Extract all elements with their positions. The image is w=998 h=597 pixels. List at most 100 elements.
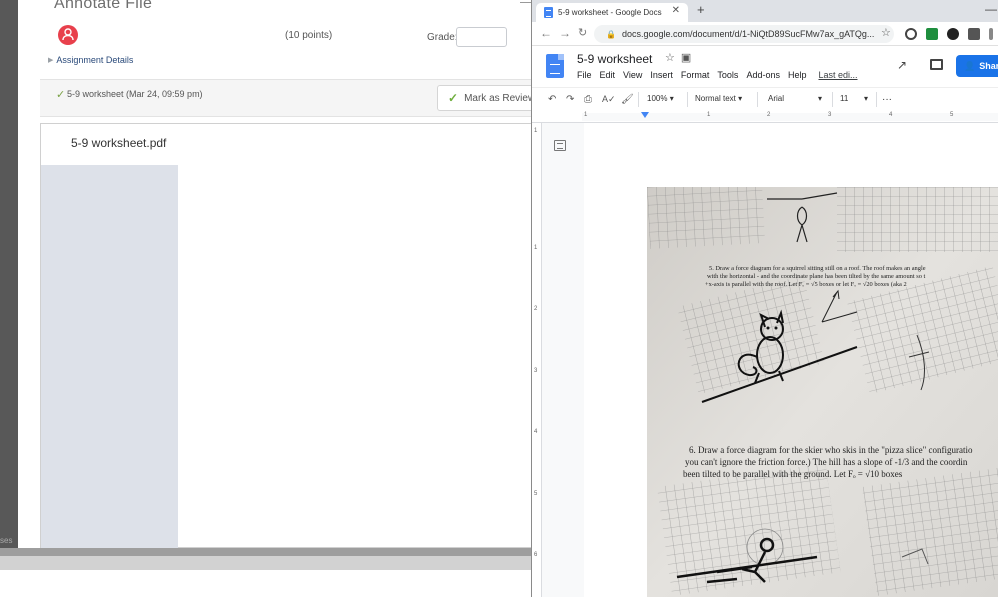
menu-bar: File Edit View Insert Format Tools Add-o… bbox=[577, 70, 858, 80]
folder-icon[interactable]: ▣ bbox=[681, 51, 691, 64]
menu-add-ons[interactable]: Add-ons bbox=[746, 70, 780, 80]
bookmark-star-icon[interactable]: ☆ bbox=[881, 26, 891, 39]
question-6-line-2: you can't ignore the friction force.) Th… bbox=[685, 457, 968, 467]
font-select[interactable]: Arial ▾ bbox=[768, 94, 828, 103]
check-icon: ✓ bbox=[448, 91, 459, 105]
paint-format-icon[interactable]: 🖌 bbox=[621, 94, 634, 105]
google-docs-favicon bbox=[544, 7, 553, 18]
chevron-down-icon: ▾ bbox=[818, 94, 823, 103]
menu-view[interactable]: View bbox=[623, 70, 642, 80]
checkmark-icon: ✓ bbox=[56, 89, 66, 101]
browser-tab[interactable]: 5-9 worksheet - Google Docs ✕ bbox=[536, 3, 688, 22]
tab-strip: 5-9 worksheet - Google Docs ✕ + — bbox=[532, 0, 998, 22]
document-outline-icon[interactable] bbox=[554, 140, 566, 151]
style-select[interactable]: Normal text ▾ bbox=[695, 94, 742, 103]
menu-tools[interactable]: Tools bbox=[717, 70, 738, 80]
worksheet-drawing bbox=[647, 187, 998, 597]
page-title: Annotate File bbox=[54, 0, 153, 12]
share-label: Share bbox=[979, 61, 998, 71]
question-5-line-3: +x-axis is parallel with the roof. Let F… bbox=[705, 281, 907, 288]
vruler-number: 2 bbox=[534, 306, 538, 312]
document-page[interactable]: 5. Draw a force diagram for a squirrel s… bbox=[584, 123, 998, 597]
check-extension-icon[interactable] bbox=[926, 28, 938, 40]
browser-window: 5-9 worksheet - Google Docs ✕ + — ← → ↻ … bbox=[531, 0, 998, 597]
assignment-details-label: Assignment Details bbox=[56, 55, 134, 65]
undo-icon[interactable]: ↶ bbox=[548, 94, 556, 105]
settings-extension-icon[interactable] bbox=[947, 28, 959, 40]
comments-icon[interactable] bbox=[930, 59, 943, 70]
github-extension-icon[interactable] bbox=[905, 28, 917, 40]
file-name: 5-9 worksheet.pdf bbox=[71, 136, 167, 150]
grade-input[interactable] bbox=[456, 27, 507, 47]
forward-icon[interactable]: → bbox=[559, 26, 571, 40]
pdf-thumbnail-pane[interactable] bbox=[41, 165, 178, 549]
extension-overflow-icon[interactable] bbox=[989, 28, 993, 40]
assignment-details-toggle[interactable]: ▶ Assignment Details bbox=[48, 55, 133, 65]
url-bar[interactable]: 🔒 docs.google.com/document/d/1-NiQtD89Su… bbox=[594, 25, 894, 43]
submission-link[interactable]: 5-9 worksheet (Mar 24, 09:59 pm) bbox=[67, 89, 203, 99]
worksheet-photo: 5. Draw a force diagram for a squirrel s… bbox=[647, 187, 998, 597]
ruler-number: 3 bbox=[828, 112, 832, 118]
last-edit-link[interactable]: Last edi... bbox=[818, 70, 857, 80]
ruler-number: 2 bbox=[767, 112, 771, 118]
window-bottom-bar bbox=[0, 548, 531, 556]
zoom-select[interactable]: 100% ▾ bbox=[647, 94, 674, 103]
points-value: 10 points) bbox=[288, 30, 333, 41]
annotate-panel: Annotate File (10 points) Grade: ▶ Assig… bbox=[18, 0, 537, 549]
docs-header: 5-9 worksheet ☆ ▣ File Edit View Insert … bbox=[532, 46, 998, 86]
horizontal-ruler[interactable]: 1 1 2 3 4 5 bbox=[532, 111, 998, 123]
page-footer bbox=[0, 570, 531, 597]
minimize-window-icon[interactable]: — bbox=[985, 2, 997, 16]
horizontal-scrollbar[interactable] bbox=[0, 556, 531, 570]
vruler-number: 1 bbox=[534, 245, 538, 251]
vruler-number: 6 bbox=[534, 552, 538, 558]
toolbar-divider bbox=[757, 92, 758, 107]
close-tab-icon[interactable]: ✕ bbox=[672, 5, 680, 16]
vertical-ruler[interactable]: 1 1 2 3 4 5 6 bbox=[532, 123, 542, 597]
more-options-button[interactable]: ··· bbox=[882, 94, 892, 105]
url-text: docs.google.com/document/d/1-NiQtD89SucF… bbox=[621, 29, 875, 39]
lock-icon: 🔒 bbox=[606, 29, 616, 39]
menu-insert[interactable]: Insert bbox=[650, 70, 673, 80]
question-5-line-2: with the horizontal - and the coordinate… bbox=[707, 273, 926, 280]
vruler-number: 4 bbox=[534, 429, 538, 435]
redo-icon[interactable]: ↷ bbox=[566, 94, 574, 105]
chevron-down-icon: ▾ bbox=[738, 94, 743, 103]
toolbar-divider bbox=[638, 92, 639, 107]
minimize-icon[interactable] bbox=[520, 2, 531, 3]
mark-as-reviewed-button[interactable]: ✓ Mark as Reviewed bbox=[437, 85, 537, 111]
font-size-value: 11 bbox=[840, 94, 849, 103]
address-bar-row: ← → ↻ 🔒 docs.google.com/document/d/1-NiQ… bbox=[532, 22, 998, 46]
reload-icon[interactable]: ↻ bbox=[578, 26, 587, 39]
avatar[interactable] bbox=[58, 25, 78, 45]
ruler-number: 5 bbox=[950, 112, 954, 118]
new-tab-button[interactable]: + bbox=[697, 2, 705, 17]
chevron-down-icon: ▾ bbox=[864, 94, 869, 103]
google-docs-logo[interactable] bbox=[546, 54, 564, 78]
font-value: Arial bbox=[768, 94, 785, 103]
star-icon[interactable]: ☆ bbox=[665, 51, 675, 64]
ruler-number: 4 bbox=[889, 112, 893, 118]
points-text: (10 points) bbox=[285, 30, 333, 41]
font-size-select[interactable]: 11 ▾ bbox=[840, 94, 872, 103]
document-title[interactable]: 5-9 worksheet bbox=[577, 52, 652, 66]
spellcheck-icon[interactable]: A✓ bbox=[602, 94, 616, 105]
menu-edit[interactable]: Edit bbox=[600, 70, 616, 80]
print-icon[interactable]: ⎙ bbox=[584, 94, 592, 105]
grade-label: Grade: bbox=[427, 32, 458, 43]
menu-format[interactable]: Format bbox=[681, 70, 710, 80]
ruler-number: 1 bbox=[584, 112, 588, 118]
indent-marker[interactable] bbox=[641, 112, 649, 118]
triangle-right-icon: ▶ bbox=[48, 57, 54, 64]
question-6-line-3: been tilted to be parallel with the grou… bbox=[683, 469, 903, 479]
back-icon[interactable]: ← bbox=[540, 26, 552, 40]
zoom-value: 100% bbox=[647, 94, 668, 103]
toolbar-divider bbox=[832, 92, 833, 107]
activity-trend-icon[interactable]: ↗ bbox=[897, 58, 907, 72]
image-extension-icon[interactable] bbox=[968, 28, 980, 40]
share-button[interactable]: 👤 Share bbox=[956, 55, 998, 77]
style-value: Normal text bbox=[695, 94, 736, 103]
menu-file[interactable]: File bbox=[577, 70, 592, 80]
menu-help[interactable]: Help bbox=[788, 70, 807, 80]
user-icon bbox=[62, 28, 74, 41]
